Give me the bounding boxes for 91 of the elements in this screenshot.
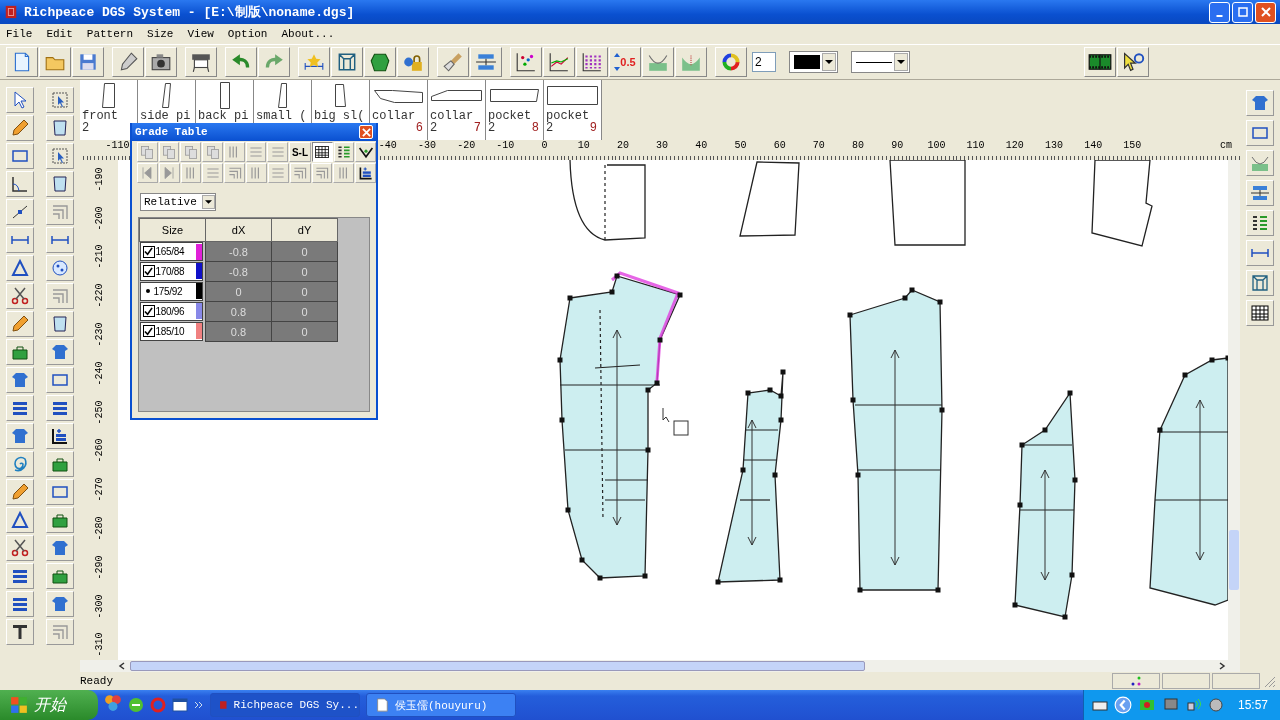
ruler-label: -240 [93, 361, 105, 386]
column-header[interactable]: dY [271, 218, 338, 242]
piece-number: 7 [473, 122, 481, 135]
mode-dropdown[interactable]: Relative [140, 193, 216, 211]
window-title: Richpeace DGS System - [E:\制版\noname.dgs] [24, 4, 355, 21]
ruler-label: -300 [93, 594, 105, 619]
pattern-name: pocket [545, 110, 590, 122]
ruler-label: 90 [890, 140, 905, 151]
column-header[interactable]: dX [205, 218, 272, 242]
table-cell: 0 [205, 281, 272, 302]
size-link-button[interactable]: S-L [289, 142, 311, 162]
table-cell: 0.8 [205, 301, 272, 322]
ruler-label: -230 [93, 322, 105, 347]
pattern-thumbnail[interactable]: collar 6 [370, 80, 428, 140]
size-cell[interactable]: 175/92 [139, 281, 203, 301]
ruler-label: 70 [811, 140, 826, 151]
piece-number: 9 [589, 122, 597, 135]
status-text: Ready [80, 675, 113, 687]
size-label: 165/84 [155, 246, 185, 257]
menu-item[interactable]: Size [147, 28, 174, 40]
ruler-label: 120 [1004, 140, 1025, 151]
ruler-label: 140 [1083, 140, 1104, 151]
piece-number: 8 [531, 122, 539, 135]
table-cell: -0.8 [205, 261, 272, 282]
ruler-label: 10 [576, 140, 591, 151]
clock: 15:57 [1237, 698, 1268, 712]
piece-count: 2 [82, 122, 90, 135]
ruler-label: -200 [93, 206, 105, 231]
pattern-thumbnail[interactable]: pocket 2 8 [486, 80, 544, 140]
ruler-label: 110 [965, 140, 986, 151]
table-cell: 0.8 [205, 321, 272, 342]
piece-count: 2 [430, 122, 438, 135]
menu-item[interactable]: Pattern [86, 28, 134, 40]
size-label: 180/96 [155, 305, 185, 317]
menu-item[interactable]: Edit [46, 28, 73, 40]
step-button[interactable]: 0.5 [609, 47, 641, 77]
pattern-name: collar [371, 110, 416, 122]
menu-item[interactable]: Option [227, 28, 268, 40]
ruler-label: 20 [615, 140, 630, 151]
table-cell: -0.8 [205, 241, 272, 262]
pattern-name: big sl( [313, 110, 366, 122]
piece-count: 2 [546, 122, 554, 135]
size-label: 170/88 [155, 265, 185, 277]
pattern-thumbnail[interactable]: collar 2 7 [428, 80, 486, 140]
ruler-unit: cm [1220, 140, 1233, 151]
size-cell[interactable]: 170/88 [139, 261, 203, 281]
pattern-name: pocket [487, 110, 532, 122]
start-button[interactable]: 开始 [0, 690, 98, 720]
ruler-label: -310 [93, 632, 105, 657]
ruler-label: -270 [93, 477, 105, 502]
ruler-label: -260 [93, 438, 105, 463]
size-cell[interactable]: 165/84 [139, 242, 203, 261]
ruler-label: 0 [540, 140, 549, 151]
ruler-label: -280 [93, 516, 105, 541]
ruler-label: -20 [456, 140, 477, 151]
menu-item[interactable]: About... [281, 28, 335, 40]
size-label: 185/10 [155, 325, 185, 337]
ruler-label: -290 [93, 555, 105, 580]
ruler-label: 30 [655, 140, 670, 151]
line-width-field[interactable]: 2 [752, 52, 776, 72]
pattern-name: front [81, 110, 119, 122]
ruler-label: -190 [93, 167, 105, 192]
piece-count: 2 [488, 122, 496, 135]
taskbar-button[interactable]: Richpeace DGS Sy... [210, 693, 360, 717]
ruler-label: 60 [772, 140, 787, 151]
ruler-label: 50 [733, 140, 748, 151]
size-cell[interactable]: 180/96 [139, 301, 203, 321]
ruler-label: -210 [93, 245, 105, 269]
ruler-label: -30 [416, 140, 437, 151]
ruler-label: 80 [851, 140, 866, 151]
ruler-label: 100 [926, 140, 947, 151]
pattern-name: small ( [255, 110, 308, 122]
ruler-label: -10 [495, 140, 516, 151]
ruler-label: -220 [93, 283, 105, 308]
pattern-name: collar [429, 110, 474, 122]
ruler-label: 150 [1122, 140, 1143, 151]
menu-item[interactable]: View [187, 28, 214, 40]
size-label: 175/92 [153, 285, 183, 297]
pattern-name: side pi [139, 110, 192, 122]
column-header[interactable]: Size [139, 218, 206, 242]
piece-number: 6 [415, 122, 423, 135]
ruler-label: -110 [104, 140, 131, 151]
ruler-label: 40 [694, 140, 709, 151]
ruler-label: -40 [377, 140, 398, 151]
size-cell[interactable]: 185/10 [139, 321, 203, 341]
taskbar-button[interactable]: 侯玉儒(houyuru) [366, 693, 516, 717]
menu-item[interactable]: File [6, 28, 33, 40]
pattern-thumbnail[interactable]: pocket 2 9 [544, 80, 602, 140]
ruler-label: -250 [93, 400, 105, 425]
ruler-label: 130 [1043, 140, 1064, 151]
pattern-name: back pi [197, 110, 250, 122]
